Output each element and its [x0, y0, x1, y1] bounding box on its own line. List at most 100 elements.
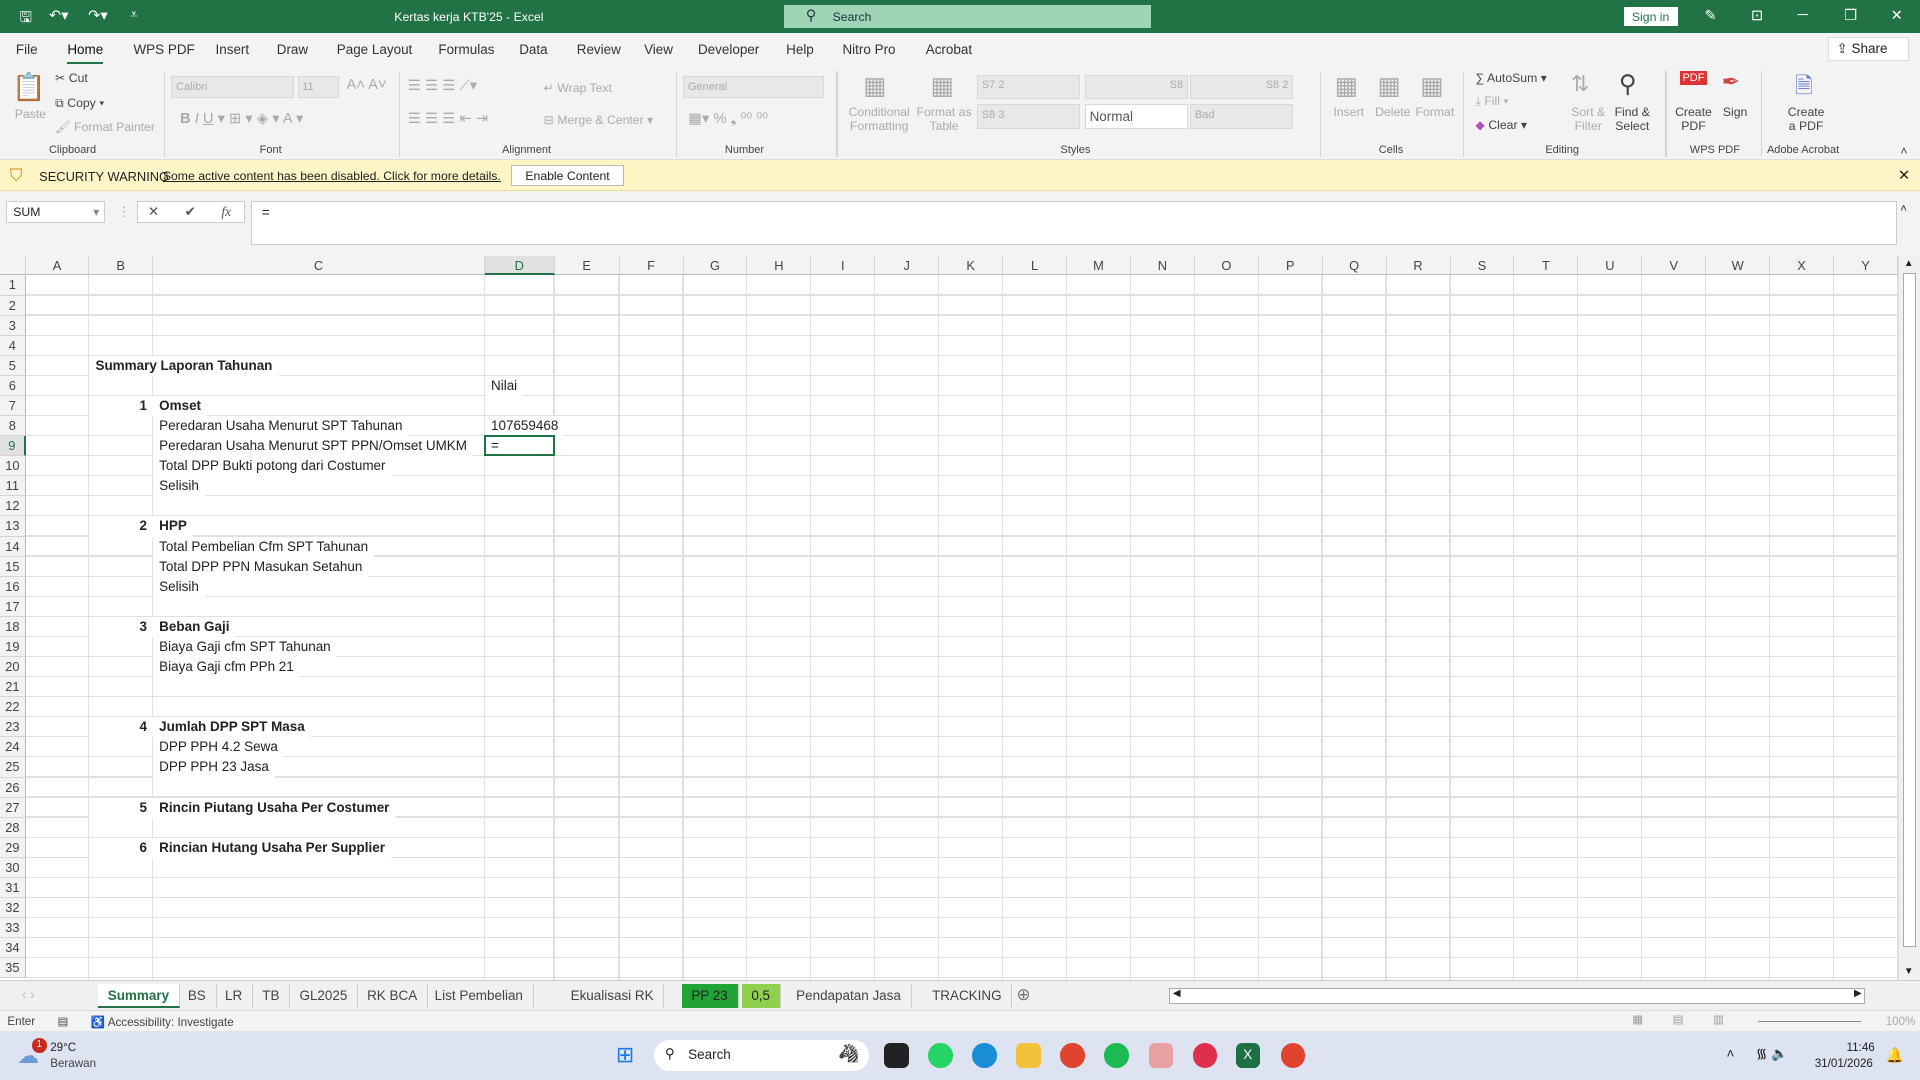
clear-button[interactable]: ◆ Clear ▾: [1476, 118, 1528, 132]
column-header-F[interactable]: F: [619, 255, 684, 276]
cut-button[interactable]: ✂ Cut: [55, 71, 88, 85]
column-header-U[interactable]: U: [1578, 255, 1643, 276]
column-header-N[interactable]: N: [1130, 255, 1195, 276]
cell-D6[interactable]: Nilai: [484, 375, 524, 396]
cell-C8[interactable]: Peredaran Usaha Menurut SPT Tahunan: [153, 416, 409, 437]
cell-C16[interactable]: Selisih: [153, 576, 205, 597]
column-header-L[interactable]: L: [1003, 255, 1068, 276]
file-explorer-icon[interactable]: [1016, 1043, 1041, 1068]
tab-page-layout[interactable]: Page Layout: [337, 42, 413, 57]
row-header-32[interactable]: 32: [0, 898, 26, 919]
page-layout-view-icon[interactable]: ▤: [1673, 1012, 1684, 1026]
scroll-up-icon[interactable]: ▲: [1904, 258, 1914, 269]
cell-D8[interactable]: 107659468: [484, 416, 565, 437]
style-s8[interactable]: S8: [1084, 74, 1188, 100]
font-size-select[interactable]: 11: [297, 75, 340, 98]
column-header-X[interactable]: X: [1770, 255, 1835, 276]
row-header-3[interactable]: 3: [0, 315, 26, 336]
column-header-H[interactable]: H: [747, 255, 812, 276]
name-box[interactable]: SUM ▾: [6, 200, 106, 223]
tab-review[interactable]: Review: [577, 42, 621, 57]
vertical-scrollbar[interactable]: ▲ ▼: [1897, 255, 1920, 980]
row-header-20[interactable]: 20: [0, 657, 26, 678]
column-header-R[interactable]: R: [1386, 255, 1451, 276]
font-grow-shrink-icon[interactable]: A˄ A˅: [347, 77, 387, 93]
row-header-9[interactable]: 9: [0, 436, 26, 457]
sheet-tab-gl2025[interactable]: GL2025: [290, 984, 359, 1008]
column-header-W[interactable]: W: [1706, 255, 1771, 276]
fill-button[interactable]: ⤓ Fill ▾: [1476, 94, 1509, 109]
formula-input[interactable]: =: [251, 200, 1897, 245]
zoom-slider[interactable]: [1758, 1020, 1862, 1023]
undo-icon[interactable]: ↶▾: [49, 7, 69, 24]
style-s8-2[interactable]: S8 2: [1190, 74, 1294, 100]
page-break-view-icon[interactable]: ▥: [1713, 1012, 1724, 1026]
tray-overflow-icon[interactable]: ˄: [1727, 1046, 1735, 1061]
security-details-link[interactable]: Some active content has been disabled. C…: [163, 169, 501, 183]
expand-formula-bar-icon[interactable]: ˄: [1900, 203, 1906, 215]
autosum-button[interactable]: ∑ AutoSum ▾: [1476, 71, 1547, 85]
format-painter-button[interactable]: 🖌 Format Painter: [55, 120, 155, 134]
column-header-P[interactable]: P: [1258, 255, 1323, 276]
row-header-17[interactable]: 17: [0, 596, 26, 617]
tab-nitro-pro[interactable]: Nitro Pro: [842, 42, 895, 57]
cell-B27[interactable]: 5: [89, 797, 154, 818]
number-format-icons[interactable]: ▦▾ % ❟ ⁰⁰ ⁰⁰: [688, 110, 768, 127]
row-header-24[interactable]: 24: [0, 737, 26, 758]
column-header-K[interactable]: K: [939, 255, 1004, 276]
row-header-15[interactable]: 15: [0, 556, 26, 577]
cell-B5[interactable]: Summary Laporan Tahunan: [89, 355, 279, 376]
sheet-tab-tb[interactable]: TB: [252, 984, 291, 1008]
taskbar-search[interactable]: ⚲ Search 🦓: [653, 1039, 870, 1072]
row-header-33[interactable]: 33: [0, 918, 26, 939]
sheet-tab-lr[interactable]: LR: [215, 984, 254, 1008]
row-header-18[interactable]: 18: [0, 616, 26, 637]
row-header-21[interactable]: 21: [0, 677, 26, 698]
redo-icon[interactable]: ↷▾: [88, 7, 108, 24]
style-s7-2[interactable]: S7 2: [977, 74, 1080, 100]
find-select-button[interactable]: Find & Select: [1609, 105, 1656, 133]
snipping-tool-icon[interactable]: [1148, 1043, 1174, 1068]
row-header-2[interactable]: 2: [0, 295, 26, 316]
weather-temp[interactable]: 29°C: [50, 1041, 76, 1054]
row-header-8[interactable]: 8: [0, 416, 26, 437]
row-header-7[interactable]: 7: [0, 395, 26, 417]
cell-C11[interactable]: Selisih: [153, 476, 205, 497]
cell-B29[interactable]: 6: [89, 837, 154, 858]
conditional-formatting-button[interactable]: Conditional Formatting: [845, 105, 914, 133]
row-header-16[interactable]: 16: [0, 576, 26, 597]
new-sheet-icon[interactable]: ⊕: [1016, 984, 1030, 1005]
row-header-29[interactable]: 29: [0, 837, 26, 858]
cell-C7[interactable]: Omset: [153, 395, 208, 417]
cell-C19[interactable]: Biaya Gaji cfm SPT Tahunan: [153, 636, 337, 658]
row-header-5[interactable]: 5: [0, 355, 26, 376]
row-header-1[interactable]: 1: [0, 275, 26, 296]
tab-developer[interactable]: Developer: [698, 42, 759, 57]
cell-C10[interactable]: Total DPP Bukti potong dari Costumer: [153, 456, 392, 477]
number-format-select[interactable]: General: [683, 75, 825, 98]
cell-C18[interactable]: Beban Gaji: [153, 616, 236, 637]
column-header-O[interactable]: O: [1194, 255, 1259, 276]
cell-C25[interactable]: DPP PPH 23 Jasa: [153, 757, 275, 778]
row-header-13[interactable]: 13: [0, 516, 26, 537]
prev-sheet-icon[interactable]: ‹ ›: [22, 987, 35, 1002]
format-as-table-button[interactable]: Format as Table: [916, 105, 972, 133]
tab-acrobat[interactable]: Acrobat: [926, 42, 972, 57]
column-header-G[interactable]: G: [683, 255, 748, 276]
collapse-ribbon-icon[interactable]: ˄: [1900, 144, 1907, 158]
sort-filter-button[interactable]: Sort & Filter: [1567, 105, 1609, 133]
cell-C15[interactable]: Total DPP PPN Masukan Setahun: [153, 556, 369, 577]
cancel-icon[interactable]: ✕: [148, 204, 159, 220]
worksheet-grid[interactable]: A B C D E F G H I J K L M N O P Q R S T U V W X Y 1 2 3 4 5 Summary La…: [0, 255, 1898, 980]
normal-view-icon[interactable]: ▦: [1632, 1012, 1643, 1026]
tab-file[interactable]: File: [16, 42, 38, 57]
copy-button[interactable]: ⧉ Copy ▾: [55, 96, 104, 111]
column-header-M[interactable]: M: [1067, 255, 1131, 276]
style-s8-3[interactable]: S8 3: [977, 104, 1080, 129]
font-style-buttons[interactable]: B I U ▾ ⊞ ▾ ◈ ▾ A ▾: [180, 110, 303, 127]
sign-button[interactable]: Sign: [1723, 105, 1748, 119]
cell-B7[interactable]: 1: [89, 395, 154, 417]
column-header-Y[interactable]: Y: [1834, 255, 1898, 276]
font-name-select[interactable]: Calibri: [171, 75, 294, 98]
create-pdf-button[interactable]: Create PDF: [1673, 105, 1715, 133]
